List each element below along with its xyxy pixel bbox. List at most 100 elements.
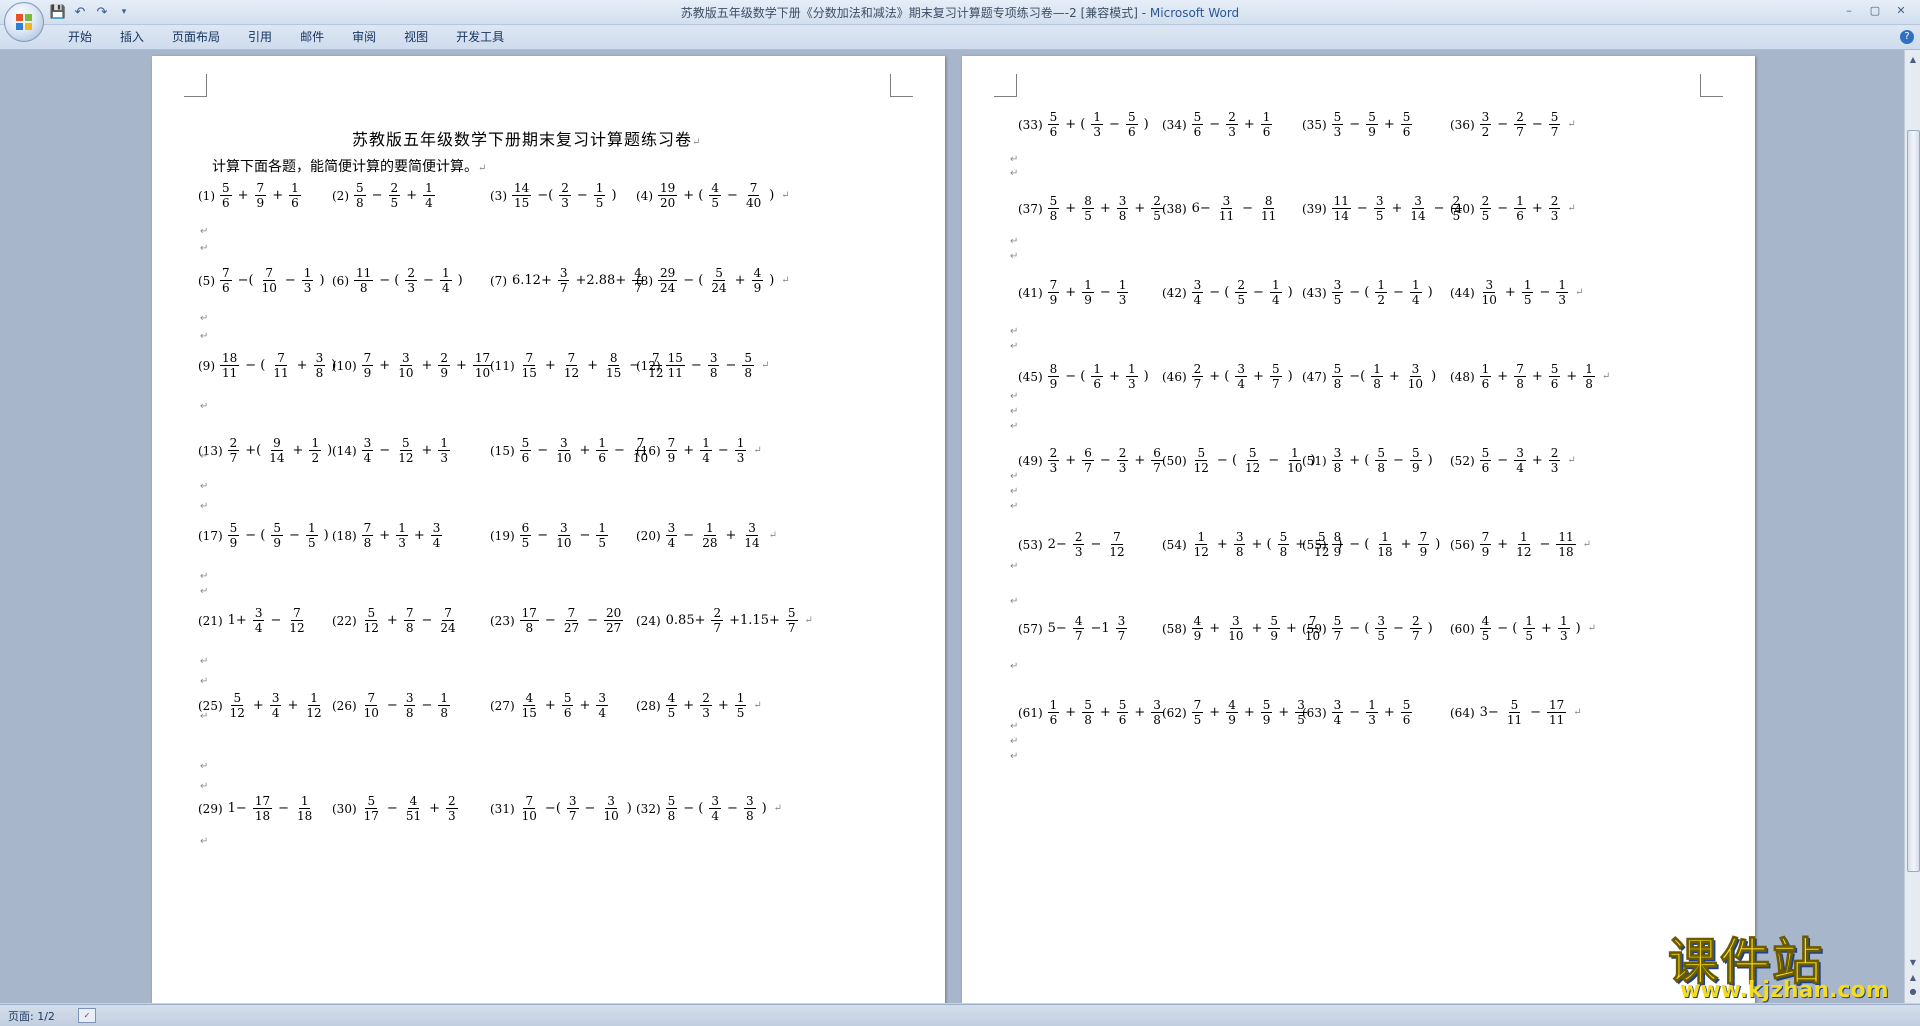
document-workspace[interactable]: 苏教版五年级数学下册期末复习计算题练习卷↵ 计算下面各题，能简便计算的要简便计算… <box>0 50 1904 1003</box>
problem-number: (16) <box>636 443 661 458</box>
denominator: 2 <box>1481 125 1490 139</box>
denominator: 40 <box>745 196 762 210</box>
numerator: 1 <box>439 266 452 281</box>
operator: + <box>1243 117 1255 132</box>
problem-number: (64) <box>1450 705 1475 720</box>
numerator: 7 <box>365 691 378 706</box>
operator: + <box>1209 705 1221 720</box>
problem-number: (52) <box>1450 453 1475 468</box>
operator: − <box>614 443 625 458</box>
fraction: 76 <box>220 266 232 295</box>
maximize-button[interactable]: ▢ <box>1862 1 1888 19</box>
tab-references[interactable]: 引用 <box>234 29 286 45</box>
numerator: 1 <box>1125 362 1138 377</box>
fraction: 47 <box>1072 614 1085 643</box>
fraction: 14 <box>1269 278 1282 307</box>
fraction: 3 11 <box>1217 194 1236 223</box>
denominator: 8 <box>1377 461 1386 475</box>
page-count-status[interactable]: 页面: 1/2 <box>8 1008 55 1024</box>
denominator: 9 <box>753 281 762 295</box>
tab-insert[interactable]: 插入 <box>106 29 158 45</box>
numerator: 4 <box>751 266 764 281</box>
operator: + <box>386 613 398 628</box>
numerator: 3 <box>1331 446 1344 461</box>
tab-page-layout[interactable]: 页面布局 <box>158 29 234 45</box>
proofing-icon[interactable]: ✓ <box>78 1008 96 1023</box>
problem-number: (41) <box>1018 285 1043 300</box>
close-button[interactable]: ✕ <box>1888 1 1914 19</box>
problem-number: (60) <box>1450 621 1475 636</box>
denominator: 9 <box>1411 461 1420 475</box>
numerator: 5 <box>365 606 378 621</box>
denominator: 9 <box>363 366 372 380</box>
office-button[interactable] <box>4 2 44 42</box>
paragraph-mark: ↵ <box>1010 326 1019 337</box>
denominator: 51 <box>405 809 422 823</box>
numerator: 3 <box>558 521 570 536</box>
vertical-scrollbar[interactable]: ▲ ▼ ▲ ● <box>1904 50 1920 1003</box>
fraction: 13 <box>1366 698 1378 727</box>
problem-15: (15) 5 6−3 10 +1 6−7 10 <box>490 436 653 465</box>
numerator: 4 <box>1479 614 1492 629</box>
numerator: 2 <box>700 691 712 706</box>
scroll-down-icon[interactable]: ▼ <box>1906 955 1920 969</box>
fraction: 9 14 <box>267 436 286 465</box>
fraction: 16 <box>1479 362 1492 391</box>
paragraph-mark: ↵ <box>1575 287 1584 298</box>
problem-number: (31) <box>490 801 515 816</box>
operator: − ( <box>1349 537 1370 552</box>
document-page-1[interactable]: 苏教版五年级数学下册期末复习计算题练习卷↵ 计算下面各题，能简便计算的要简便计算… <box>152 56 945 1003</box>
fraction: 1 12 <box>304 691 323 720</box>
fraction: 16 <box>289 181 301 210</box>
numerator: 1 <box>289 181 301 196</box>
denominator: 3 <box>1118 461 1127 475</box>
minimize-button[interactable]: – <box>1836 1 1862 19</box>
problem-number: (23) <box>490 613 515 628</box>
help-button[interactable]: ? <box>1900 30 1914 44</box>
denominator: 5 <box>1193 713 1202 727</box>
scroll-up-icon[interactable]: ▲ <box>1906 52 1920 66</box>
denominator: 6 <box>291 196 299 210</box>
fraction: 14 <box>423 181 435 210</box>
document-page-2[interactable]: (33) 5 6 + (1 3−5 6) (34) 5 6−2 3 +1 6 (35) 5 3−5 9 +5 6(… <box>962 56 1755 1003</box>
fraction: 27 <box>227 436 240 465</box>
fraction: 18 <box>1583 362 1595 391</box>
numerator: 3 <box>709 794 722 809</box>
denominator: 3 <box>702 706 710 720</box>
operator: + <box>1209 621 1221 636</box>
numerator: 8 <box>1082 194 1094 209</box>
denominator: 5 <box>711 196 720 210</box>
paragraph-mark: ↵ <box>753 700 762 711</box>
numerator: 5 <box>1375 446 1388 461</box>
numerator: 5 <box>1409 446 1422 461</box>
numerator: 3 <box>605 794 617 809</box>
operator: − <box>1497 201 1509 216</box>
fraction: 118 <box>354 266 374 295</box>
tab-home[interactable]: 开始 <box>54 29 106 45</box>
problem-38: (38) 6− 3 11−8 11 <box>1162 194 1281 223</box>
browse-object-icon[interactable]: ● <box>1906 984 1920 998</box>
numerator: 3 <box>557 266 570 281</box>
previous-page-icon[interactable]: ▲ <box>1906 970 1920 984</box>
denominator: 7 <box>229 451 238 465</box>
paragraph-mark: ↵ <box>200 501 209 512</box>
denominator: 12 <box>1109 545 1125 559</box>
fraction: 17 18 <box>252 794 273 823</box>
fraction: 34 <box>269 691 282 720</box>
operator: ) <box>1435 537 1441 552</box>
denominator: 4 <box>432 536 441 550</box>
denominator: 9 <box>1368 125 1376 139</box>
tab-view[interactable]: 视图 <box>390 29 442 45</box>
fraction: 14 <box>700 436 712 465</box>
denominator: 12 <box>563 366 580 380</box>
denominator: 10 <box>1228 629 1244 643</box>
tab-mailings[interactable]: 邮件 <box>286 29 338 45</box>
tab-developer[interactable]: 开发工具 <box>442 29 518 45</box>
numerator: 4 <box>709 181 722 196</box>
numerator: 4 <box>665 691 678 706</box>
numerator: 4 <box>407 794 420 809</box>
scroll-thumb[interactable] <box>1907 130 1920 872</box>
tab-review[interactable]: 审阅 <box>338 29 390 45</box>
fraction: 3 10 <box>396 351 415 380</box>
fraction: 78 <box>361 521 374 550</box>
